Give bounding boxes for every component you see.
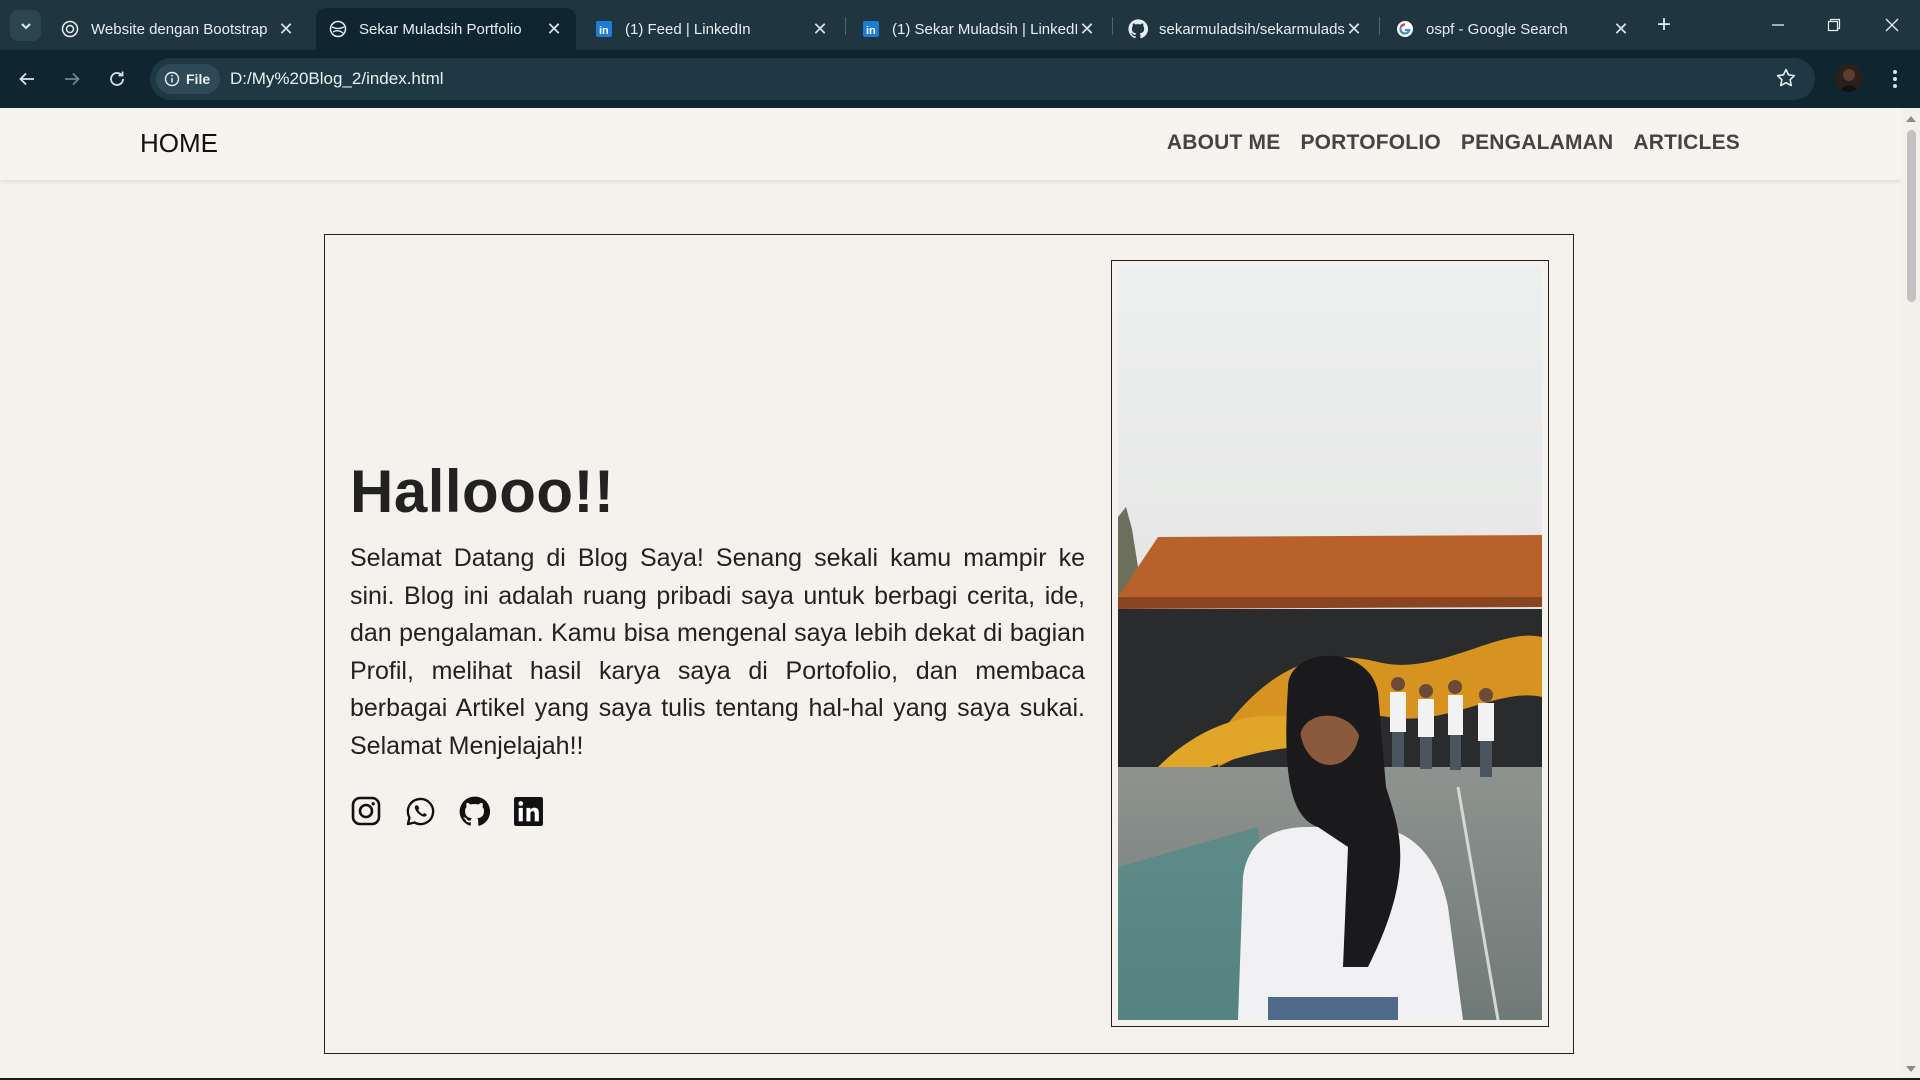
nav-articles[interactable]: ARTICLES [1633, 131, 1740, 155]
profile-photo [1118, 267, 1542, 1020]
browser-menu-button[interactable] [1880, 64, 1910, 94]
linkedin-icon[interactable] [512, 795, 544, 827]
close-icon[interactable]: ✕ [276, 19, 296, 39]
tab-title: Website dengan Bootstrap [91, 20, 268, 38]
close-window-button[interactable] [1864, 0, 1920, 50]
forward-button[interactable] [57, 64, 87, 94]
tab-title: ospf - Google Search [1426, 20, 1568, 38]
tab-search-button[interactable] [10, 10, 41, 41]
profile-avatar[interactable] [1835, 64, 1863, 92]
tab-separator [845, 17, 846, 35]
arrow-left-icon [19, 72, 34, 86]
scroll-up-arrow-icon[interactable] [1906, 116, 1916, 122]
close-icon[interactable]: ✕ [810, 19, 830, 39]
tab-github[interactable]: sekarmuladsih/sekarmuladsih ✕ [1116, 8, 1376, 50]
tab-separator [1379, 17, 1380, 35]
minimize-button[interactable] [1750, 0, 1806, 50]
kebab-menu-icon [1893, 70, 1897, 88]
restore-icon [1827, 18, 1841, 32]
tab-sekar-portfolio[interactable]: Sekar Muladsih Portfolio ✕ [316, 8, 576, 50]
tab-title: Sekar Muladsih Portfolio [359, 20, 522, 38]
close-icon [1885, 18, 1899, 32]
linkedin-icon: in [861, 19, 881, 39]
page-viewport: HOME ABOUT ME PORTOFOLIO PENGALAMAN ARTI… [0, 108, 1902, 1080]
info-icon [164, 71, 180, 87]
profile-photo-frame [1111, 260, 1549, 1027]
nav-about-me[interactable]: ABOUT ME [1167, 131, 1281, 155]
tab-separator [1112, 17, 1113, 35]
social-links [350, 795, 1085, 827]
reload-icon [110, 71, 124, 86]
tab-google-search[interactable]: ospf - Google Search ✕ [1383, 8, 1643, 50]
tab-title: (1) Sekar Muladsih | LinkedIn [892, 20, 1077, 38]
arrow-right-icon [65, 72, 80, 86]
tab-website-bootstrap[interactable]: Website dengan Bootstrap ✕ [48, 8, 308, 50]
minimize-icon [1772, 24, 1784, 26]
site-info-chip[interactable]: File [156, 64, 220, 94]
site-chip-label: File [186, 71, 211, 87]
linkedin-icon: in [594, 19, 614, 39]
scrollbar-thumb[interactable] [1907, 130, 1916, 302]
page-scrollbar[interactable] [1902, 108, 1920, 1080]
nav-portofolio[interactable]: PORTOFOLIO [1300, 131, 1440, 155]
chevron-down-icon [20, 22, 31, 29]
reload-button[interactable] [102, 64, 132, 94]
instagram-icon[interactable] [350, 795, 382, 827]
nav-brand-home[interactable]: HOME [140, 128, 218, 159]
tab-linkedin-feed[interactable]: in (1) Feed | LinkedIn ✕ [582, 8, 842, 50]
hero-text-block: Hallooo!! Selamat Datang di Blog Saya! S… [350, 457, 1085, 827]
hero-paragraph: Selamat Datang di Blog Saya! Senang seka… [350, 544, 1085, 760]
tab-strip: Website dengan Bootstrap ✕ Sekar Muladsi… [0, 0, 1920, 50]
globe-icon [328, 19, 348, 39]
bookmark-star-icon[interactable] [1775, 67, 1799, 91]
google-icon [1395, 19, 1415, 39]
tab-title: (1) Feed | LinkedIn [625, 20, 751, 38]
github-icon[interactable] [458, 795, 490, 827]
tab-linkedin-profile[interactable]: in (1) Sekar Muladsih | LinkedIn ✕ [849, 8, 1109, 50]
close-icon[interactable]: ✕ [1077, 19, 1097, 39]
address-bar[interactable]: File D:/My%20Blog_2/index.html [150, 58, 1815, 100]
url-text[interactable]: D:/My%20Blog_2/index.html [230, 69, 444, 89]
new-tab-button[interactable]: + [1650, 12, 1678, 40]
globe-icon [60, 19, 80, 39]
hero-section: Hallooo!! Selamat Datang di Blog Saya! S… [324, 234, 1574, 1054]
nav-links: ABOUT ME PORTOFOLIO PENGALAMAN ARTICLES [1167, 131, 1740, 155]
browser-toolbar: File D:/My%20Blog_2/index.html [0, 50, 1920, 108]
restore-button[interactable] [1806, 0, 1862, 50]
github-icon [1128, 19, 1148, 39]
close-icon[interactable]: ✕ [1344, 19, 1364, 39]
site-navbar: HOME ABOUT ME PORTOFOLIO PENGALAMAN ARTI… [0, 108, 1902, 180]
nav-pengalaman[interactable]: PENGALAMAN [1461, 131, 1614, 155]
close-icon[interactable]: ✕ [1611, 19, 1631, 39]
tab-title: sekarmuladsih/sekarmuladsih [1159, 20, 1344, 38]
scroll-down-arrow-icon[interactable] [1906, 1066, 1916, 1072]
close-icon[interactable]: ✕ [544, 19, 564, 39]
back-button[interactable] [12, 64, 42, 94]
svg-text:in: in [866, 25, 876, 37]
hero-heading: Hallooo!! [350, 458, 615, 525]
whatsapp-icon[interactable] [404, 795, 436, 827]
svg-text:in: in [599, 25, 609, 37]
